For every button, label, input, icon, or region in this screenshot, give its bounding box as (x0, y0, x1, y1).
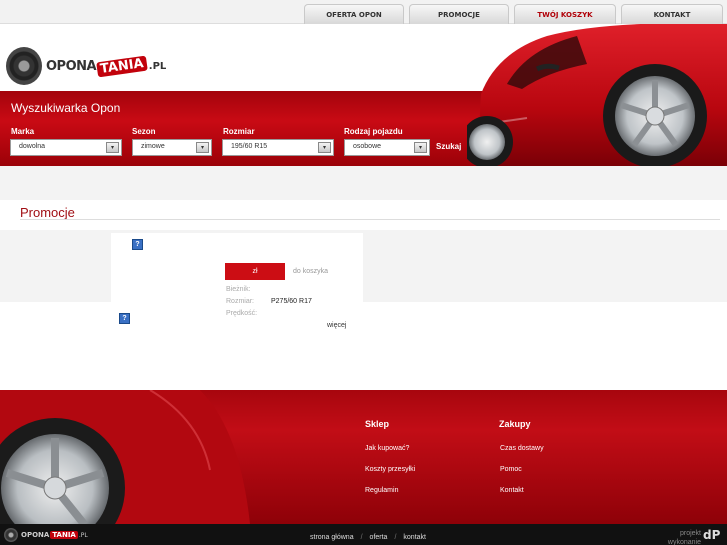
footer-logo[interactable]: OPONA TANIA .PL (4, 528, 88, 542)
tire-icon (4, 528, 18, 542)
footer: Sklep Jak kupować? Koszty przesyłki Regu… (0, 390, 727, 524)
footer-logo-tania: TANIA (50, 531, 78, 539)
footer-link-kontakt[interactable]: Kontakt (500, 487, 524, 494)
footer-logo-pl: .PL (78, 531, 88, 539)
dropdown-arrow-icon: ▾ (414, 142, 427, 153)
spec-label-rozmiar: Rozmiar: (226, 298, 255, 305)
nav-separator: / (394, 534, 397, 541)
bottom-link-strona-glowna[interactable]: strona główna (310, 534, 354, 541)
dropdown-arrow-icon: ▾ (318, 142, 331, 153)
select-sezon-value: zimowe (141, 143, 165, 150)
tab-oferta-opon[interactable]: OFERTA OPON (304, 4, 404, 24)
site-logo[interactable]: OPONA TANIA .PL (6, 46, 176, 86)
content-band (0, 230, 727, 302)
dropdown-arrow-icon: ▾ (106, 142, 119, 153)
tab-promocje[interactable]: PROMOCJE (409, 4, 509, 24)
select-rozmiar-value: 195/60 R15 (231, 143, 268, 150)
more-link[interactable]: więcej (327, 322, 346, 329)
dropdown-arrow-icon: ▾ (196, 142, 209, 153)
tab-twoj-koszyk[interactable]: TWÓJ KOSZYK (514, 4, 616, 24)
search-title: Wyszukiwarka Opon (11, 101, 121, 115)
header: OPONA TANIA .PL Wyszukiwarka Opon Marka … (0, 24, 727, 166)
tab-kontakt[interactable]: KONTAKT (621, 4, 723, 24)
help-icon[interactable]: ? (132, 239, 143, 250)
credit-text: projekt wykonanie (668, 529, 701, 545)
footer-link-regulamin[interactable]: Regulamin (365, 487, 398, 494)
designer-logo[interactable]: dP (703, 528, 725, 544)
footer-heading-zakupy: Zakupy (499, 419, 531, 429)
select-marka-value: dowolna (19, 143, 46, 150)
footer-link-koszty-przesylki[interactable]: Koszty przesyłki (365, 466, 415, 473)
credit-projekt: projekt (679, 530, 701, 537)
spec-label-predkosc: Prędkość: (226, 310, 258, 317)
footer-heading-sklep: Sklep (365, 419, 390, 429)
price-badge: zł (225, 263, 285, 280)
label-rozmiar: Rozmiar (223, 127, 255, 136)
label-marka: Marka (11, 127, 35, 136)
bottom-navigation: strona główna / oferta / kontakt (310, 534, 426, 541)
select-rozmiar[interactable]: 195/60 R15 ▾ (222, 139, 334, 156)
add-to-cart-link[interactable]: do koszyka (293, 268, 328, 275)
select-sezon[interactable]: zimowe ▾ (132, 139, 212, 156)
select-rodzaj-pojazdu[interactable]: osobowe ▾ (344, 139, 430, 156)
select-rodzaj-pojazdu-value: osobowe (353, 143, 382, 150)
top-navigation: OFERTA OPON PROMOCJE TWÓJ KOSZYK KONTAKT (0, 0, 727, 24)
label-rodzaj-pojazdu: Rodzaj pojazdu (344, 127, 403, 136)
logo-text-tania: TANIA (96, 55, 148, 77)
section-divider (20, 219, 720, 220)
search-button[interactable]: Szukaj (436, 142, 461, 151)
logo-text-pl: .PL (148, 60, 167, 72)
spec-value-rozmiar: P275/60 R17 (271, 298, 312, 305)
footer-car-illustration (0, 390, 260, 524)
nav-separator: / (360, 534, 363, 541)
section-title: Promocje (20, 205, 75, 220)
help-icon[interactable]: ? (119, 313, 130, 324)
footer-logo-opona: OPONA (21, 531, 50, 539)
footer-link-jak-kupowac[interactable]: Jak kupować? (365, 445, 409, 452)
bottom-bar: OPONA TANIA .PL strona główna / oferta /… (0, 524, 727, 545)
footer-link-pomoc[interactable]: Pomoc (500, 466, 522, 473)
spec-label-bieznik: Bieżnik: (226, 286, 251, 293)
bottom-link-oferta[interactable]: oferta (370, 534, 388, 541)
product-card: ? zł do koszyka Bieżnik: Rozmiar: P275/6… (111, 233, 363, 383)
select-marka[interactable]: dowolna ▾ (10, 139, 122, 156)
logo-text-opona: OPONA (46, 58, 97, 74)
footer-link-czas-dostawy[interactable]: Czas dostawy (500, 445, 544, 452)
car-illustration (467, 24, 727, 166)
credit-wykonanie: wykonanie (667, 539, 701, 545)
tire-icon (6, 47, 42, 85)
divider-band (0, 166, 727, 200)
bottom-link-kontakt[interactable]: kontakt (403, 534, 426, 541)
label-sezon: Sezon (132, 127, 156, 136)
